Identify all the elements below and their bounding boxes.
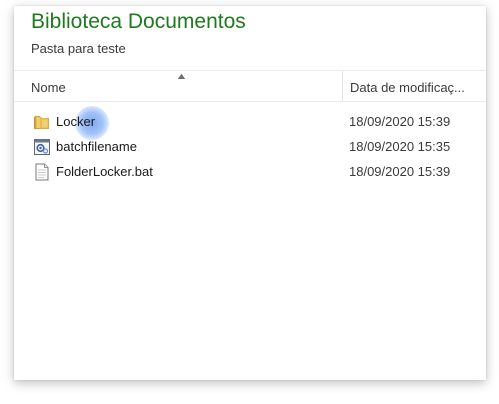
- column-header-bar: Nome ▲ Data de modificaç...: [14, 70, 486, 102]
- file-date: 18/09/2020 15:35: [349, 139, 451, 154]
- file-row-locker[interactable]: Locker 18/09/2020 15:39: [14, 106, 486, 140]
- file-date: 18/09/2020 15:39: [349, 114, 451, 129]
- file-date: 18/09/2020 15:39: [349, 164, 451, 179]
- file-name[interactable]: Locker: [56, 114, 95, 129]
- file-name[interactable]: batchfilename: [56, 139, 137, 154]
- library-title: Biblioteca Documentos: [31, 10, 246, 33]
- file-list: Locker 18/09/2020 15:39 batchfilename 18…: [14, 106, 486, 185]
- library-subtitle: Pasta para teste: [31, 41, 126, 56]
- column-header-date-modified[interactable]: Data de modificaç...: [350, 80, 485, 95]
- file-row-folderlocker-bat[interactable]: FolderLocker.bat 18/09/2020 15:39: [14, 160, 486, 185]
- text-file-icon: [33, 163, 51, 181]
- column-header-name[interactable]: Nome: [31, 80, 66, 95]
- file-row-batchfilename[interactable]: batchfilename 18/09/2020 15:35: [14, 135, 486, 160]
- explorer-window: Biblioteca Documentos Pasta para teste N…: [14, 6, 486, 380]
- batch-file-icon: [33, 138, 51, 156]
- file-name[interactable]: FolderLocker.bat: [56, 164, 153, 179]
- column-divider[interactable]: [342, 71, 343, 101]
- sort-ascending-icon: ▲: [175, 71, 188, 81]
- folder-icon: [33, 113, 51, 131]
